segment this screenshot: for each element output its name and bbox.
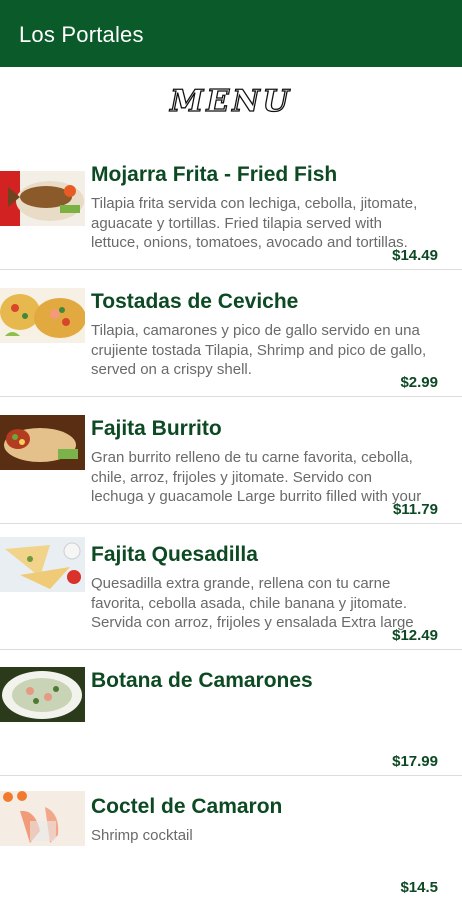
item-name: Tostadas de Ceviche: [91, 290, 299, 313]
item-name: Coctel de Camaron: [91, 795, 283, 818]
menu-item[interactable]: Fajita Burrito Gran burrito relleno de t…: [0, 397, 462, 524]
menu-item[interactable]: Coctel de Camaron Shrimp cocktail $14.5: [0, 775, 462, 901]
menu-item[interactable]: Tostadas de Ceviche Tilapia, camarones y…: [0, 270, 462, 397]
app-bar: Los Portales: [0, 0, 462, 67]
menu-heading-text: MENU: [169, 84, 292, 118]
fried-fish-image: [0, 171, 85, 226]
item-price: $12.49: [392, 627, 438, 644]
app-title: Los Portales: [19, 22, 144, 47]
item-description: Shrimp cocktail: [91, 827, 193, 844]
item-description: [91, 700, 462, 760]
burrito-image: [0, 415, 85, 470]
item-description: Gran burrito relleno de tu carne favorit…: [91, 449, 422, 505]
item-description: Tilapia, camarones y pico de gallo servi…: [91, 322, 427, 378]
quesadilla-image: [0, 537, 85, 592]
ceviche-tostadas-image: [0, 288, 85, 343]
item-price: $14.5: [400, 879, 438, 896]
item-description: Quesadilla extra grande, rellena con tu …: [91, 575, 414, 631]
shrimp-cocktail-image: [0, 791, 85, 846]
item-name: Mojarra Frita - Fried Fish: [91, 163, 338, 186]
menu-heading: MENU: [0, 82, 462, 123]
item-name: Fajita Quesadilla: [91, 543, 258, 566]
item-price: $14.49: [392, 247, 438, 264]
menu-item[interactable]: Mojarra Frita - Fried Fish Tilapia frita…: [0, 143, 462, 270]
item-price: $17.99: [392, 753, 438, 770]
shrimp-platter-image: [0, 667, 85, 722]
menu-item[interactable]: Botana de Camarones $17.99: [0, 649, 462, 776]
item-description: Tilapia frita servida con lechiga, cebol…: [91, 195, 418, 251]
item-price: $11.79: [392, 501, 438, 518]
menu-item[interactable]: Fajita Quesadilla Quesadilla extra grand…: [0, 523, 462, 650]
item-name: Fajita Burrito: [91, 417, 222, 440]
item-name: Botana de Camarones: [91, 669, 313, 692]
item-price: $2.99: [400, 374, 438, 391]
